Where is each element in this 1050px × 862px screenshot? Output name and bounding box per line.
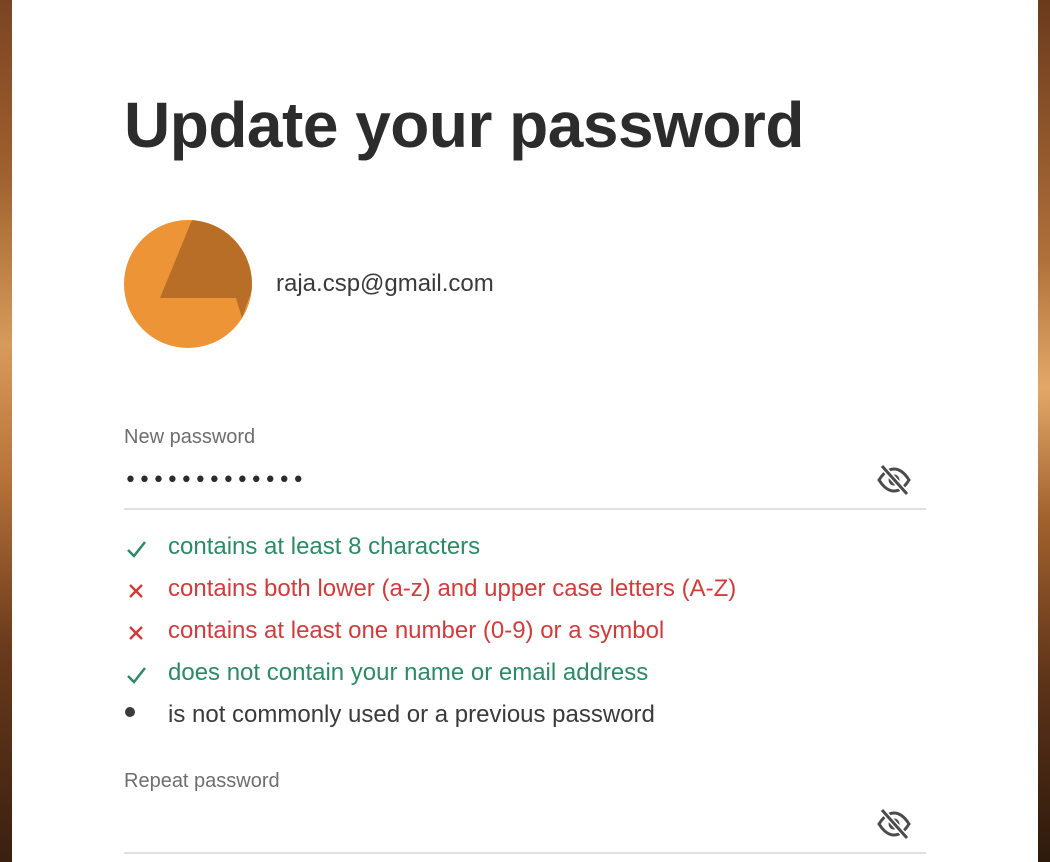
requirement-item: contains both lower (a-z) and upper case… [124, 570, 926, 612]
repeat-password-label: Repeat password [124, 770, 280, 792]
new-password-label: New password [124, 426, 256, 448]
new-password-value[interactable]: ••••••••••••• [124, 468, 306, 493]
background-left [0, 0, 12, 862]
avatar [124, 220, 252, 348]
eye-slash-icon[interactable] [876, 462, 912, 498]
background-right [1038, 0, 1050, 862]
check-icon [124, 528, 150, 566]
eye-slash-icon[interactable] [876, 806, 912, 842]
account-email: raja.csp@gmail.com [276, 270, 494, 297]
check-icon [124, 654, 150, 692]
cross-icon [124, 570, 150, 608]
requirement-text: does not contain your name or email addr… [168, 659, 649, 686]
requirement-text: contains at least one number (0-9) or a … [168, 617, 665, 644]
requirement-text: contains both lower (a-z) and upper case… [168, 575, 737, 602]
cross-icon [124, 612, 150, 650]
requirement-text: is not commonly used or a previous passw… [168, 701, 655, 728]
avatar-image [124, 220, 252, 348]
requirement-item: contains at least one number (0-9) or a … [124, 612, 926, 654]
requirement-item: is not commonly used or a previous passw… [124, 696, 926, 738]
new-password-field[interactable]: ••••••••••••• [124, 460, 926, 510]
requirement-text: contains at least 8 characters [168, 533, 481, 560]
page-title: Update your password [124, 89, 804, 161]
requirement-item: contains at least 8 characters [124, 528, 926, 570]
bullet-icon [124, 696, 150, 734]
password-card: Update your password raja.csp@gmail.com … [12, 0, 1038, 862]
repeat-password-field[interactable] [124, 804, 926, 854]
requirement-item: does not contain your name or email addr… [124, 654, 926, 696]
password-requirements: contains at least 8 characters contains … [124, 528, 926, 738]
